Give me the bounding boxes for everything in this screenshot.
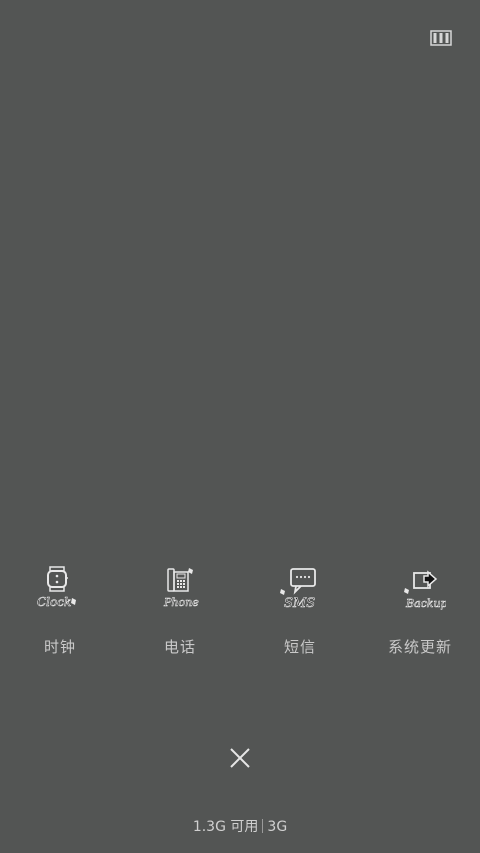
- layout-icon[interactable]: [430, 29, 452, 47]
- app-label: 短信: [283, 638, 316, 656]
- app-phone[interactable]: Phone 电话: [120, 562, 240, 662]
- clock-icon: Clock: [34, 564, 86, 616]
- memory-total: 3G: [267, 819, 288, 835]
- app-label: 系统更新: [387, 638, 452, 656]
- memory-divider: [262, 819, 264, 833]
- svg-text:Clock: Clock: [37, 595, 71, 609]
- memory-status: 1.3G 可用 3G: [0, 816, 480, 836]
- svg-text:Phone: Phone: [163, 596, 199, 609]
- app-clock[interactable]: Clock 时钟: [0, 562, 120, 662]
- memory-available: 1.3G 可用: [192, 819, 259, 835]
- close-icon[interactable]: [226, 744, 254, 772]
- app-label: 时钟: [43, 638, 76, 656]
- app-backup[interactable]: Backup 系统更新: [360, 562, 480, 662]
- app-label: 电话: [163, 638, 196, 656]
- phone-icon: Phone: [154, 564, 206, 616]
- svg-text:Backup: Backup: [405, 597, 446, 610]
- recent-apps-row: Clock 时钟 Phone 电话 SMS 短信 Backup 系统更新: [0, 562, 480, 662]
- backup-icon: Backup: [394, 564, 448, 616]
- app-sms[interactable]: SMS 短信: [240, 562, 360, 662]
- svg-text:SMS: SMS: [284, 596, 315, 611]
- sms-icon: SMS: [274, 564, 326, 616]
